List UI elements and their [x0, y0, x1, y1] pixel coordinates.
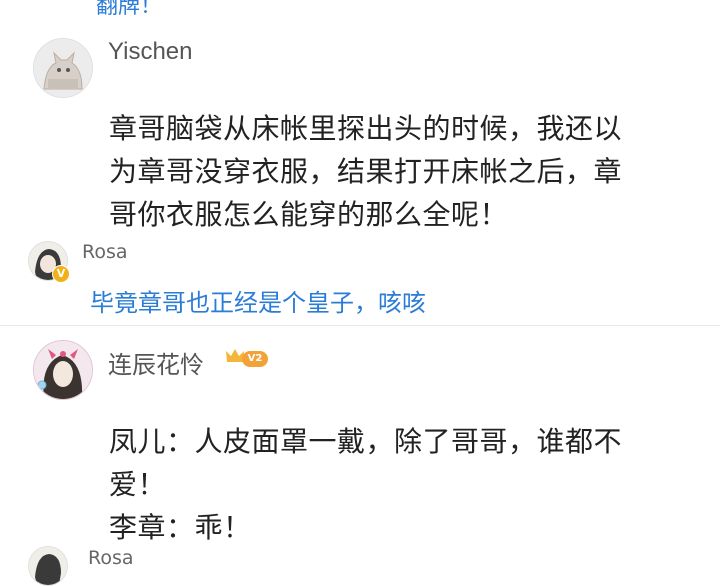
reply-text-partial: 翻牌！: [96, 0, 163, 19]
comment-body: 凤儿：人皮面罩一戴，除了哥哥，谁都不 爱！ 李章：乖！: [109, 420, 709, 549]
comment-line: 凤儿：人皮面罩一戴，除了哥哥，谁都不: [109, 425, 623, 458]
comment-line: 为章哥没穿衣服，结果打开床帐之后，章: [109, 155, 623, 188]
comment-line: 哥你衣服怎么能穿的那么全呢！: [109, 198, 509, 231]
comment-line: 章哥脑袋从床帐里探出头的时候，我还以: [109, 112, 623, 145]
reply-text: 毕竟章哥也正经是个皇子，咳咳: [90, 289, 426, 317]
cat-photo-avatar[interactable]: [33, 38, 93, 98]
reply-username[interactable]: Rosa: [82, 241, 128, 263]
comment-username[interactable]: 连辰花怜: [108, 345, 204, 380]
divider: [0, 325, 720, 326]
comment-body: 章哥脑袋从床帐里探出头的时候，我还以 为章哥没穿衣服，结果打开床帐之后，章 哥你…: [109, 107, 709, 236]
anime-character-avatar[interactable]: [33, 340, 93, 400]
reply-username[interactable]: Rosa: [88, 547, 134, 569]
avatar[interactable]: [28, 546, 68, 586]
comment-line: 李章：乖！: [109, 511, 252, 544]
verified-badge: V: [52, 265, 70, 283]
comment-username[interactable]: Yischen: [108, 38, 193, 66]
level-badge: V2: [242, 351, 268, 367]
comment-line: 爱！: [109, 468, 167, 501]
